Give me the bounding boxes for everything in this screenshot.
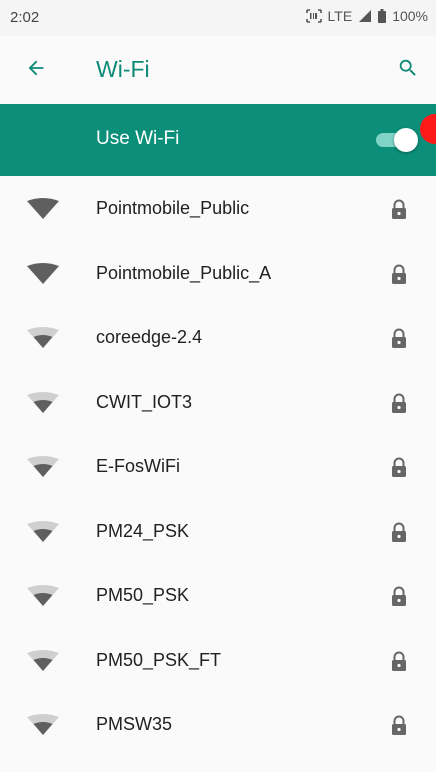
network-row[interactable]: PM24_PSK [0, 499, 436, 564]
cell-signal-icon [358, 9, 372, 23]
status-bar: 2:02 LTE 100% [0, 0, 436, 36]
toggle-thumb [394, 128, 418, 152]
lock-icon [390, 522, 408, 542]
wifi-signal-icon [26, 649, 60, 672]
network-name: Pointmobile_Public_A [96, 262, 272, 283]
status-icons: LTE 100% [305, 8, 428, 24]
wifi-signal-icon [26, 198, 60, 220]
use-wifi-label: Use Wi-Fi [96, 128, 180, 149]
network-name: PM50_PSK_FT [96, 649, 222, 670]
wifi-signal-icon [26, 585, 60, 607]
network-row[interactable]: Pointmobile_Public [0, 176, 436, 241]
use-wifi-bar[interactable]: Use Wi-Fi [0, 104, 436, 176]
wifi-signal-icon [26, 391, 60, 414]
network-row[interactable]: PMSW35 [0, 692, 436, 757]
network-row[interactable]: PM50_PSK_FT [0, 628, 436, 693]
wifi-signal-icon [26, 262, 60, 285]
network-row[interactable]: CWIT_IOT3 [0, 370, 436, 435]
arrow-back-icon [25, 57, 47, 84]
wifi-signal-icon [26, 456, 60, 478]
network-row[interactable]: Pointmobile_Public_A [0, 241, 436, 306]
lock-icon [390, 328, 408, 348]
network-name: Pointmobile_Public [96, 198, 250, 218]
wifi-signal-icon [26, 520, 60, 543]
app-bar: Wi-Fi [0, 36, 436, 104]
network-row[interactable]: coreedge-2.4 [0, 305, 436, 370]
back-button[interactable] [20, 54, 52, 86]
battery-level: 100% [392, 8, 428, 24]
network-row[interactable]: E-FosWiFi [0, 434, 436, 499]
network-name: E-FosWiFi [96, 456, 180, 476]
wifi-signal-icon [26, 714, 60, 736]
network-list: Pointmobile_Public Pointmobile_Public_Aco… [0, 176, 436, 757]
lock-icon [390, 586, 408, 606]
battery-icon [378, 9, 387, 23]
network-name: PMSW35 [96, 714, 173, 734]
lock-icon [390, 457, 408, 477]
scanner-icon [305, 9, 322, 23]
wifi-signal-icon [26, 327, 60, 349]
search-button[interactable] [392, 54, 424, 86]
lock-icon [390, 651, 408, 671]
lock-icon [390, 264, 408, 284]
network-name: PM50_PSK [96, 585, 190, 605]
lock-icon [390, 199, 408, 219]
network-name: CWIT_IOT3 [96, 391, 193, 412]
status-time: 2:02 [10, 9, 40, 26]
network-row[interactable]: PM50_PSK [0, 563, 436, 628]
network-type: LTE [327, 8, 353, 24]
page-title: Wi-Fi [96, 56, 150, 82]
wifi-toggle-switch[interactable] [376, 128, 418, 152]
lock-icon [390, 393, 408, 413]
lock-icon [390, 715, 408, 735]
network-name: coreedge-2.4 [96, 327, 203, 347]
search-icon [397, 57, 419, 84]
network-name: PM24_PSK [96, 520, 190, 541]
